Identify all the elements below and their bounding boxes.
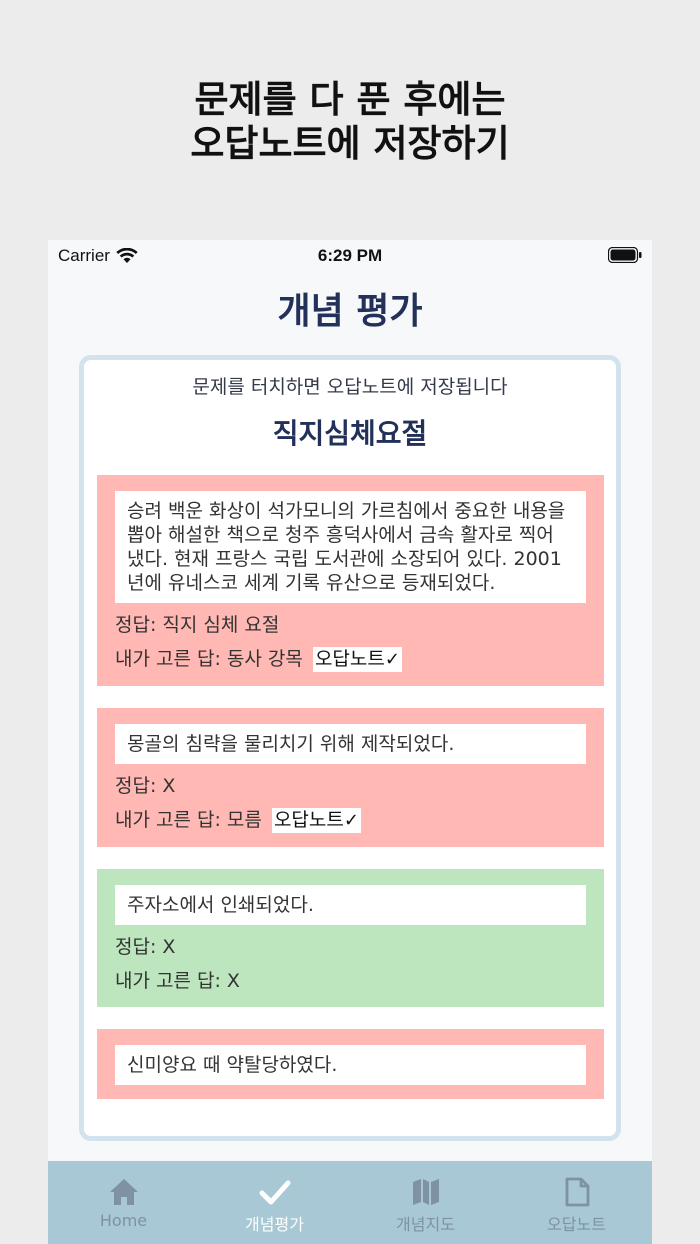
correct-answer: 정답: X [115, 936, 176, 958]
question-card[interactable]: 주자소에서 인쇄되었다. 정답: X 내가 고른 답: X [97, 869, 604, 1007]
map-icon [412, 1179, 439, 1205]
document-icon [565, 1177, 589, 1207]
my-answer: 내가 고른 답: 동사 강목 [115, 648, 303, 670]
battery-icon [608, 247, 642, 263]
status-time: 6:29 PM [317, 246, 383, 265]
question-text: 몽골의 침략을 물리치기 위해 제작되었다. [115, 724, 586, 764]
question-text: 승려 백운 화상이 석가모니의 가르침에서 중요한 내용을 뽑아 해설한 책으로… [115, 491, 586, 603]
tab-home-label: Home [99, 1211, 148, 1230]
question-list[interactable]: 승려 백운 화상이 석가모니의 가르침에서 중요한 내용을 뽑아 해설한 책으로… [97, 475, 604, 1121]
hint-text: 문제를 터치하면 오답노트에 저장됩니다 [192, 376, 508, 398]
correct-answer: 정답: 직지 심체 요절 [115, 614, 280, 636]
question-text: 주자소에서 인쇄되었다. [115, 885, 586, 925]
check-icon: ✓ [343, 810, 359, 831]
tab-map-label: 개념지도 [396, 1215, 455, 1234]
save-to-note-button[interactable]: 오답노트✓ [271, 808, 361, 833]
tab-note-label: 오답노트 [547, 1215, 606, 1234]
promo-headline: 문제를 다 푼 후에는 오답노트에 저장하기 [0, 78, 700, 166]
tab-bar: Home 개념평가 개념지도 오답노트 [48, 1161, 652, 1244]
question-card[interactable]: 신미양요 때 약탈당하였다. [97, 1029, 604, 1099]
my-answer-row: 내가 고른 답: 동사 강목 오답노트✓ [115, 647, 586, 672]
question-card[interactable]: 승려 백운 화상이 석가모니의 가르침에서 중요한 내용을 뽑아 해설한 책으로… [97, 475, 604, 686]
check-icon: ✓ [384, 649, 400, 670]
tab-evaluation[interactable]: 개념평가 [199, 1161, 350, 1244]
screen-title: 개념 평가 [277, 291, 423, 332]
my-answer-row: 내가 고른 답: 모름 오답노트✓ [115, 808, 586, 833]
home-icon [109, 1179, 138, 1205]
note-label: 오답노트 [273, 809, 344, 831]
my-answer: 내가 고른 답: 모름 [115, 809, 262, 831]
tab-note[interactable]: 오답노트 [501, 1161, 652, 1244]
tab-evaluation-label: 개념평가 [245, 1215, 304, 1234]
phone-screen: Carrier 6:29 PM 개념 평가 문제를 터치하면 오답노트에 저장됩… [48, 240, 652, 1244]
checkmark-icon [259, 1180, 290, 1205]
promo-headline-line1: 문제를 다 푼 후에는 [194, 78, 506, 121]
note-label: 오답노트 [314, 648, 385, 670]
save-to-note-button[interactable]: 오답노트✓ [312, 647, 402, 672]
my-answer: 내가 고른 답: X [115, 970, 240, 992]
tab-map[interactable]: 개념지도 [350, 1161, 501, 1244]
question-card[interactable]: 몽골의 침략을 물리치기 위해 제작되었다. 정답: X 내가 고른 답: 모름… [97, 708, 604, 847]
question-text: 신미양요 때 약탈당하였다. [115, 1045, 586, 1085]
correct-answer: 정답: X [115, 775, 176, 797]
tab-home[interactable]: Home [48, 1161, 199, 1244]
topic-title: 직지심체요절 [272, 417, 428, 450]
quiz-card: 문제를 터치하면 오답노트에 저장됩니다 직지심체요절 승려 백운 화상이 석가… [79, 355, 621, 1141]
status-bar: Carrier 6:29 PM [48, 240, 652, 272]
promo-headline-line2: 오답노트에 저장하기 [190, 122, 510, 165]
